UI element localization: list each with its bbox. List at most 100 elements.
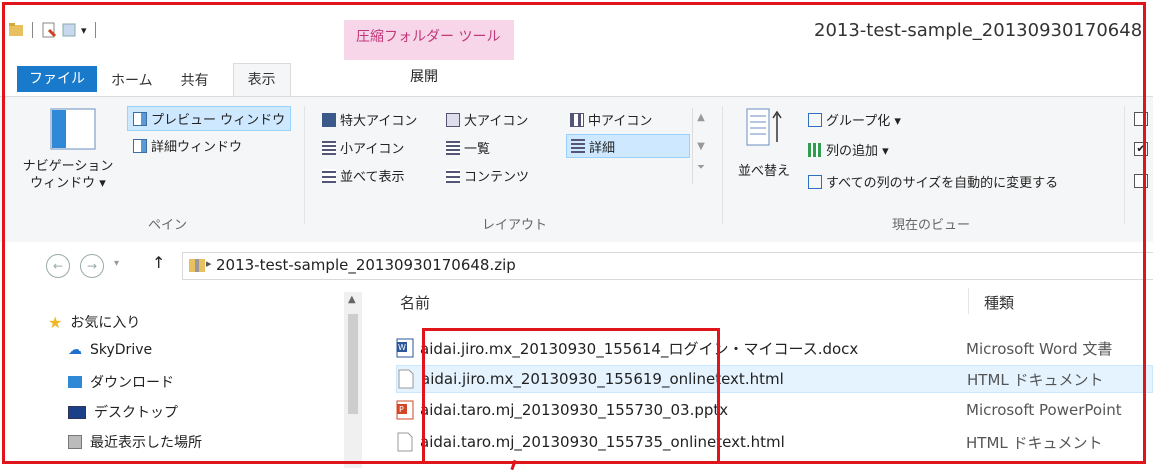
- preview-pane-button[interactable]: プレビュー ウィンドウ: [127, 106, 292, 131]
- properties-icon[interactable]: [41, 22, 57, 38]
- column-divider[interactable]: [968, 288, 969, 314]
- file-type: HTML ドキュメント: [967, 370, 1104, 389]
- size-all-columns-label: すべての列のサイズを自動的に変更する: [826, 176, 1059, 191]
- file-type: Microsoft PowerPoint: [966, 401, 1122, 419]
- html-file-icon: [396, 432, 414, 452]
- extra-large-icons-label: 特大アイコン: [340, 114, 418, 129]
- sort-icon[interactable]: [746, 108, 784, 152]
- nav-favorites[interactable]: ★ お気に入り: [48, 312, 140, 332]
- nav-item-skydrive[interactable]: ☁ SkyDrive: [68, 342, 152, 358]
- desktop-icon: [68, 405, 86, 419]
- divider: [722, 106, 723, 224]
- tab-home[interactable]: ホーム: [97, 66, 167, 96]
- nav-item-label: 最近表示した場所: [90, 435, 202, 451]
- tab-share[interactable]: 共有: [167, 66, 223, 96]
- file-name: aidai.jiro.mx_20130930_155614_ログイン・マイコース…: [420, 339, 859, 358]
- large-icons-icon: [446, 112, 460, 127]
- tiles-view-label: 並べて表示: [340, 170, 405, 185]
- large-icons-button[interactable]: 大アイコン: [446, 110, 528, 129]
- powerpoint-icon: P: [396, 400, 414, 420]
- new-folder-icon[interactable]: [61, 22, 77, 38]
- folder-icon[interactable]: [8, 22, 24, 38]
- file-name: aidai.taro.mj_20130930_155735_onlinetext…: [420, 433, 785, 451]
- divider: [1124, 106, 1125, 224]
- tab-view[interactable]: 表示: [232, 63, 291, 96]
- details-pane-icon: [133, 138, 147, 153]
- file-row[interactable]: aidai.taro.mj_20130930_155735_onlinetext…: [396, 428, 1153, 456]
- navigation-pane-label: ナビゲーション: [22, 159, 114, 174]
- context-tab-label: 圧縮フォルダー ツール: [356, 29, 501, 45]
- customize-qat-icon[interactable]: ▾: [81, 24, 87, 37]
- hidden-items-checkbox[interactable]: [1134, 174, 1148, 188]
- content-view-icon: [446, 168, 460, 183]
- file-row[interactable]: W aidai.jiro.mx_20130930_155614_ログイン・マイコ…: [396, 334, 1153, 362]
- group-by-label: グループ化 ▾: [826, 114, 901, 129]
- scroll-up-icon[interactable]: ▲: [348, 294, 356, 305]
- small-icons-label: 小アイコン: [340, 142, 405, 157]
- file-type: HTML ドキュメント: [966, 433, 1103, 452]
- size-all-columns-button[interactable]: すべての列のサイズを自動的に変更する: [808, 172, 1058, 191]
- extra-large-icons-icon: [322, 112, 336, 127]
- group-by-button[interactable]: グループ化 ▾: [808, 110, 901, 129]
- tab-file[interactable]: ファイル: [17, 66, 97, 92]
- file-row[interactable]: aidai.jiro.mx_20130930_155619_onlinetext…: [396, 365, 1153, 393]
- group-label-pane: ペイン: [148, 218, 188, 233]
- preview-pane-label: プレビュー ウィンドウ: [151, 113, 286, 128]
- file-row[interactable]: P aidai.taro.mj_20130930_155730_03.pptx …: [396, 396, 1153, 424]
- list-view-button[interactable]: 一覧: [446, 138, 490, 157]
- downloads-folder-icon: [68, 376, 82, 388]
- column-header-type[interactable]: 種類: [984, 292, 1014, 313]
- layout-gallery-scroll[interactable]: ▲ ▼ ⏷: [692, 108, 709, 184]
- recent-locations-icon[interactable]: ▾: [114, 258, 119, 269]
- word-icon: W: [396, 338, 414, 358]
- extra-large-icons-button[interactable]: 特大アイコン: [322, 110, 417, 129]
- forward-button[interactable]: →: [80, 254, 104, 278]
- content-view-label: コンテンツ: [464, 170, 530, 185]
- up-button[interactable]: ↑: [152, 253, 165, 272]
- breadcrumb-chevron-icon[interactable]: ▸: [206, 257, 212, 270]
- add-columns-icon: [808, 142, 822, 157]
- medium-icons-button[interactable]: 中アイコン: [570, 110, 652, 129]
- nav-favorites-label: お気に入り: [70, 315, 141, 331]
- content-view-button[interactable]: コンテンツ: [446, 166, 529, 185]
- html-file-icon: [397, 369, 415, 389]
- window-title: 2013-test-sample_20130930170648: [814, 20, 1143, 41]
- nav-item-label: デスクトップ: [94, 405, 178, 421]
- scroll-down-icon[interactable]: ▼: [693, 141, 709, 152]
- navigation-pane-label-2: ウィンドウ ▾: [30, 176, 106, 191]
- back-button[interactable]: ←: [46, 254, 70, 278]
- nav-item-downloads[interactable]: ダウンロード: [68, 372, 174, 392]
- medium-icons-label: 中アイコン: [588, 114, 653, 129]
- column-header-name[interactable]: 名前: [400, 292, 430, 313]
- quick-access-toolbar: ▾: [8, 22, 100, 38]
- add-columns-button[interactable]: 列の追加 ▾: [808, 140, 889, 159]
- breadcrumb-path[interactable]: 2013-test-sample_20130930170648.zip: [216, 256, 516, 274]
- file-extensions-checkbox[interactable]: ✔: [1134, 142, 1148, 156]
- details-view-button[interactable]: 詳細: [566, 134, 690, 158]
- nav-item-recent-places[interactable]: 最近表示した場所: [68, 432, 202, 452]
- navigation-pane-icon[interactable]: [50, 108, 96, 150]
- scroll-up-icon[interactable]: ▲: [693, 112, 709, 123]
- large-icons-label: 大アイコン: [464, 114, 529, 129]
- nav-pane-scroll-thumb[interactable]: [348, 314, 358, 414]
- navigation-pane-button[interactable]: ナビゲーション ウィンドウ ▾: [10, 158, 126, 192]
- sort-button[interactable]: 並べ替え: [738, 160, 790, 179]
- details-view-label: 詳細: [589, 140, 616, 156]
- annotation-pointer: [510, 459, 517, 470]
- star-icon: ★: [48, 312, 63, 332]
- cloud-icon: ☁: [68, 342, 82, 358]
- tiles-view-button[interactable]: 並べて表示: [322, 166, 404, 185]
- svg-text:P: P: [399, 405, 404, 414]
- nav-item-desktop[interactable]: デスクトップ: [68, 402, 178, 422]
- small-icons-button[interactable]: 小アイコン: [322, 138, 404, 157]
- tab-extract[interactable]: 展開: [410, 66, 438, 86]
- ribbon-tabs: ファイル ホーム 共有 表示: [0, 62, 1153, 96]
- divider: [304, 106, 305, 224]
- svg-text:W: W: [398, 343, 406, 352]
- item-checkbox[interactable]: [1134, 112, 1148, 126]
- details-pane-button[interactable]: 詳細ウィンドウ: [133, 136, 242, 155]
- list-view-label: 一覧: [464, 142, 491, 157]
- tiles-view-icon: [322, 168, 336, 183]
- gallery-more-icon[interactable]: ⏷: [693, 162, 709, 173]
- size-columns-icon: [808, 174, 822, 189]
